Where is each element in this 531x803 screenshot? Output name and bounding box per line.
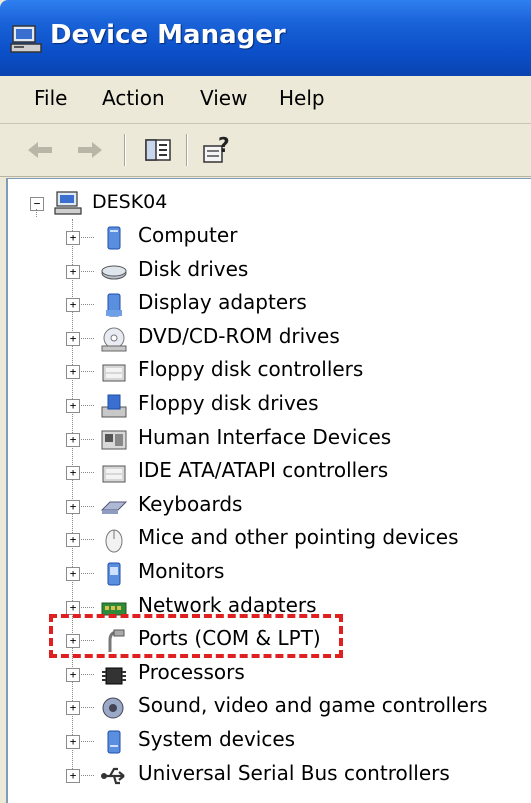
expand-icon[interactable]: + bbox=[66, 332, 80, 346]
expand-icon[interactable]: + bbox=[66, 433, 80, 447]
tree-item[interactable]: + Monitors bbox=[8, 558, 518, 588]
tree-item-label: Computer bbox=[138, 223, 238, 247]
menu-action[interactable]: Action bbox=[102, 86, 165, 110]
expand-icon[interactable]: + bbox=[66, 500, 80, 514]
window-title: Device Manager bbox=[50, 20, 286, 50]
expand-icon[interactable]: + bbox=[66, 601, 80, 615]
tree-item-label: Monitors bbox=[138, 559, 225, 583]
expand-icon[interactable]: + bbox=[66, 735, 80, 749]
dvd-drive-icon bbox=[101, 327, 127, 352]
tree-item-label: Human Interface Devices bbox=[138, 425, 392, 449]
tree-item-label: Mice and other pointing devices bbox=[138, 525, 459, 549]
tree-item[interactable]: + Floppy disk drives bbox=[8, 390, 518, 420]
expand-icon[interactable]: + bbox=[66, 265, 80, 279]
tree-item-label: IDE ATA/ATAPI controllers bbox=[138, 458, 389, 482]
svg-text:?: ? bbox=[218, 134, 230, 157]
menu-view[interactable]: View bbox=[200, 86, 247, 110]
controller-icon bbox=[102, 465, 126, 483]
tree-item-label: Universal Serial Bus controllers bbox=[138, 761, 450, 785]
tree-item-label: Display adapters bbox=[138, 290, 307, 314]
expand-icon[interactable]: + bbox=[66, 231, 80, 245]
tree-line bbox=[36, 209, 37, 217]
computer-icon bbox=[107, 226, 121, 250]
expand-icon[interactable]: + bbox=[66, 298, 80, 312]
display-adapter-icon bbox=[106, 293, 122, 317]
keyboard-icon bbox=[100, 501, 128, 514]
tree-item[interactable]: + System devices bbox=[8, 726, 518, 756]
tree-item-label: Sound, video and game controllers bbox=[138, 693, 488, 717]
monitor-icon bbox=[107, 562, 121, 586]
tree-item[interactable]: + Processors bbox=[8, 659, 518, 689]
hid-icon bbox=[101, 430, 127, 450]
device-manager-window: Device Manager File Action View Help ? − bbox=[0, 0, 531, 803]
disk-drive-icon bbox=[101, 265, 127, 280]
help-icon[interactable]: ? bbox=[200, 134, 232, 166]
tree-item[interactable]: + Disk drives bbox=[8, 256, 518, 286]
tree-item-label: Floppy disk drives bbox=[138, 391, 319, 415]
tree-item[interactable]: + Human Interface Devices bbox=[8, 424, 518, 454]
processor-icon bbox=[102, 667, 126, 685]
tree-item-label: Disk drives bbox=[138, 257, 249, 281]
toolbar-separator bbox=[186, 134, 188, 166]
toolbar: ? bbox=[0, 124, 531, 177]
expand-icon[interactable]: + bbox=[66, 668, 80, 682]
toolbar-separator bbox=[124, 134, 126, 166]
floppy-drive-icon bbox=[101, 394, 127, 418]
usb-icon bbox=[101, 767, 125, 785]
show-hide-tree-icon[interactable] bbox=[142, 134, 174, 166]
forward-icon[interactable] bbox=[74, 134, 106, 166]
tree-item[interactable]: + Display adapters bbox=[8, 289, 518, 319]
expand-icon[interactable]: + bbox=[66, 466, 80, 480]
system-device-icon bbox=[107, 730, 121, 754]
tree-root[interactable]: − DESK04 bbox=[8, 189, 508, 219]
back-icon[interactable] bbox=[24, 134, 56, 166]
menu-file[interactable]: File bbox=[34, 86, 67, 110]
expand-icon[interactable]: + bbox=[66, 701, 80, 715]
computer-root-icon bbox=[54, 191, 82, 215]
mouse-icon bbox=[105, 529, 123, 553]
expand-icon[interactable]: + bbox=[66, 769, 80, 783]
ports-highlight-box bbox=[49, 614, 343, 658]
expand-icon[interactable]: + bbox=[66, 533, 80, 547]
tree-item[interactable]: + Floppy disk controllers bbox=[8, 356, 518, 386]
tree-item[interactable]: + Sound, video and game controllers bbox=[8, 692, 518, 722]
device-tree[interactable]: − DESK04 + Computer + Disk drives + Display a… bbox=[6, 178, 531, 803]
title-bar[interactable]: Device Manager bbox=[0, 0, 531, 76]
menu-help[interactable]: Help bbox=[279, 86, 325, 110]
device-manager-icon bbox=[10, 25, 42, 53]
tree-item[interactable]: + Computer bbox=[8, 222, 518, 252]
root-label: DESK04 bbox=[92, 191, 168, 213]
expand-icon[interactable]: + bbox=[66, 567, 80, 581]
tree-item[interactable]: + IDE ATA/ATAPI controllers bbox=[8, 457, 518, 487]
controller-icon bbox=[102, 364, 126, 382]
sound-icon bbox=[102, 697, 124, 719]
menu-bar: File Action View Help bbox=[0, 76, 531, 124]
expand-icon[interactable]: + bbox=[66, 365, 80, 379]
tree-item-label: DVD/CD-ROM drives bbox=[138, 324, 340, 348]
expand-icon[interactable]: + bbox=[66, 399, 80, 413]
tree-item-label: Processors bbox=[138, 660, 245, 684]
tree-item-label: System devices bbox=[138, 727, 296, 751]
collapse-icon[interactable]: − bbox=[30, 197, 44, 211]
tree-item-label: Floppy disk controllers bbox=[138, 357, 364, 381]
tree-item[interactable]: + Keyboards bbox=[8, 491, 518, 521]
tree-item[interactable]: + DVD/CD-ROM drives bbox=[8, 323, 518, 353]
tree-item[interactable]: + Universal Serial Bus controllers bbox=[8, 760, 518, 790]
tree-item[interactable]: + Mice and other pointing devices bbox=[8, 524, 518, 554]
tree-item-label: Keyboards bbox=[138, 492, 243, 516]
